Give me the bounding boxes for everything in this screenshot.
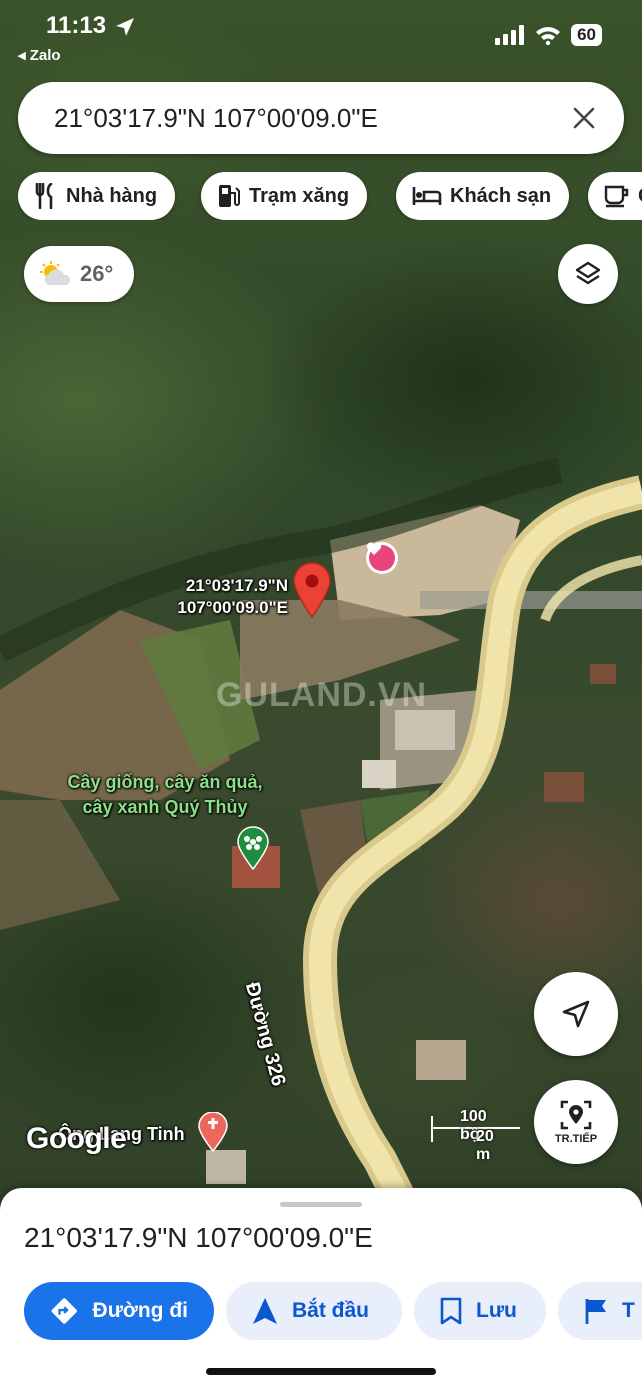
navigation-arrow-icon (562, 1000, 590, 1028)
chip-gas-stations[interactable]: Trạm xăng (201, 172, 368, 220)
chip-hotels[interactable]: Khách sạn (396, 172, 570, 220)
back-to-app-link[interactable]: ◂ Zalo (18, 46, 61, 64)
weather-temperature: 26° (80, 261, 114, 286)
save-label: Lưu (476, 1299, 517, 1322)
cellular-signal-icon (495, 25, 525, 45)
directions-label: Đường đi (92, 1299, 188, 1322)
sheet-drag-handle[interactable] (280, 1202, 362, 1207)
home-indicator[interactable] (206, 1368, 436, 1375)
chip-restaurants[interactable]: Nhà hàng (18, 172, 176, 220)
pin-coordinate-label: 21°03'17.9"N 107°00'09.0"E (164, 575, 288, 619)
category-chips: Nhà hàng Trạm xăng Khách sạn C (18, 172, 642, 220)
place-bottom-sheet[interactable]: 21°03'17.9"N 107°00'09.0"E Đường đi Bắt … (0, 1188, 642, 1389)
label-button-text: T (622, 1299, 635, 1322)
directions-button[interactable]: Đường đi (24, 1282, 214, 1340)
chip-gas-stations-label: Trạm xăng (249, 184, 350, 207)
label-button[interactable]: T (558, 1282, 642, 1340)
coffee-icon (604, 185, 629, 208)
place-actions: Đường đi Bắt đầu Lưu T (24, 1282, 642, 1340)
weather-chip[interactable]: 26° (24, 246, 134, 302)
close-icon (573, 107, 595, 129)
place-title: 21°03'17.9"N 107°00'09.0"E (24, 1222, 373, 1253)
chip-coffee[interactable]: C (588, 172, 642, 220)
save-button[interactable]: Lưu (414, 1282, 546, 1340)
chip-coffee-label: C (638, 185, 642, 208)
start-navigation-label: Bắt đầu (292, 1299, 370, 1322)
map-layers-button[interactable] (558, 244, 618, 304)
google-logo: Google (26, 1122, 127, 1155)
search-bar[interactable]: 21°03'17.9"N 107°00'09.0"E (18, 82, 624, 154)
saved-place-heart-icon[interactable] (366, 542, 398, 574)
navigation-arrow-icon (253, 1298, 277, 1324)
poi-nursery-line2: cây xanh Quý Thủy (82, 797, 248, 817)
my-location-button[interactable] (534, 972, 618, 1056)
status-time-text: 11:13 (46, 12, 107, 39)
poi-nursery-line1: Cây giống, cây ăn quả, (67, 772, 263, 792)
status-time: 11:13 (46, 12, 135, 40)
gas-station-icon (219, 185, 240, 207)
chip-restaurants-label: Nhà hàng (66, 184, 158, 207)
search-input[interactable]: 21°03'17.9"N 107°00'09.0"E (54, 103, 568, 134)
poi-nursery-label[interactable]: Cây giống, cây ăn quả, cây xanh Quý Thủy (40, 770, 290, 820)
hotel-icon (412, 187, 442, 205)
partly-cloudy-icon (40, 261, 71, 285)
watermark: GULAND.VN (216, 676, 428, 714)
bookmark-icon (440, 1297, 462, 1325)
location-arrow-icon (115, 17, 134, 36)
poi-bottom-pin-icon[interactable] (198, 1112, 228, 1152)
flag-icon (585, 1299, 606, 1324)
status-indicators: 60 (495, 24, 602, 46)
scale-metric: 20 m (476, 1128, 494, 1163)
poi-nursery-pin-icon[interactable] (236, 826, 270, 870)
chip-hotels-label: Khách sạn (450, 184, 552, 207)
restaurant-icon (35, 183, 53, 209)
pin-label-lat: 21°03'17.9"N (185, 576, 288, 595)
pin-label-lng: 107°00'09.0"E (177, 598, 288, 617)
live-view-button[interactable]: TR.TIẾP (534, 1080, 618, 1164)
location-pin-icon[interactable] (292, 562, 332, 618)
layers-icon (575, 261, 601, 285)
start-navigation-button[interactable]: Bắt đầu (226, 1282, 402, 1340)
live-view-label: TR.TIẾP (554, 1133, 598, 1145)
battery-indicator: 60 (571, 24, 602, 46)
directions-icon (51, 1298, 77, 1324)
live-view-icon (560, 1100, 592, 1130)
wifi-icon (536, 27, 561, 45)
clear-search-button[interactable] (568, 102, 600, 134)
